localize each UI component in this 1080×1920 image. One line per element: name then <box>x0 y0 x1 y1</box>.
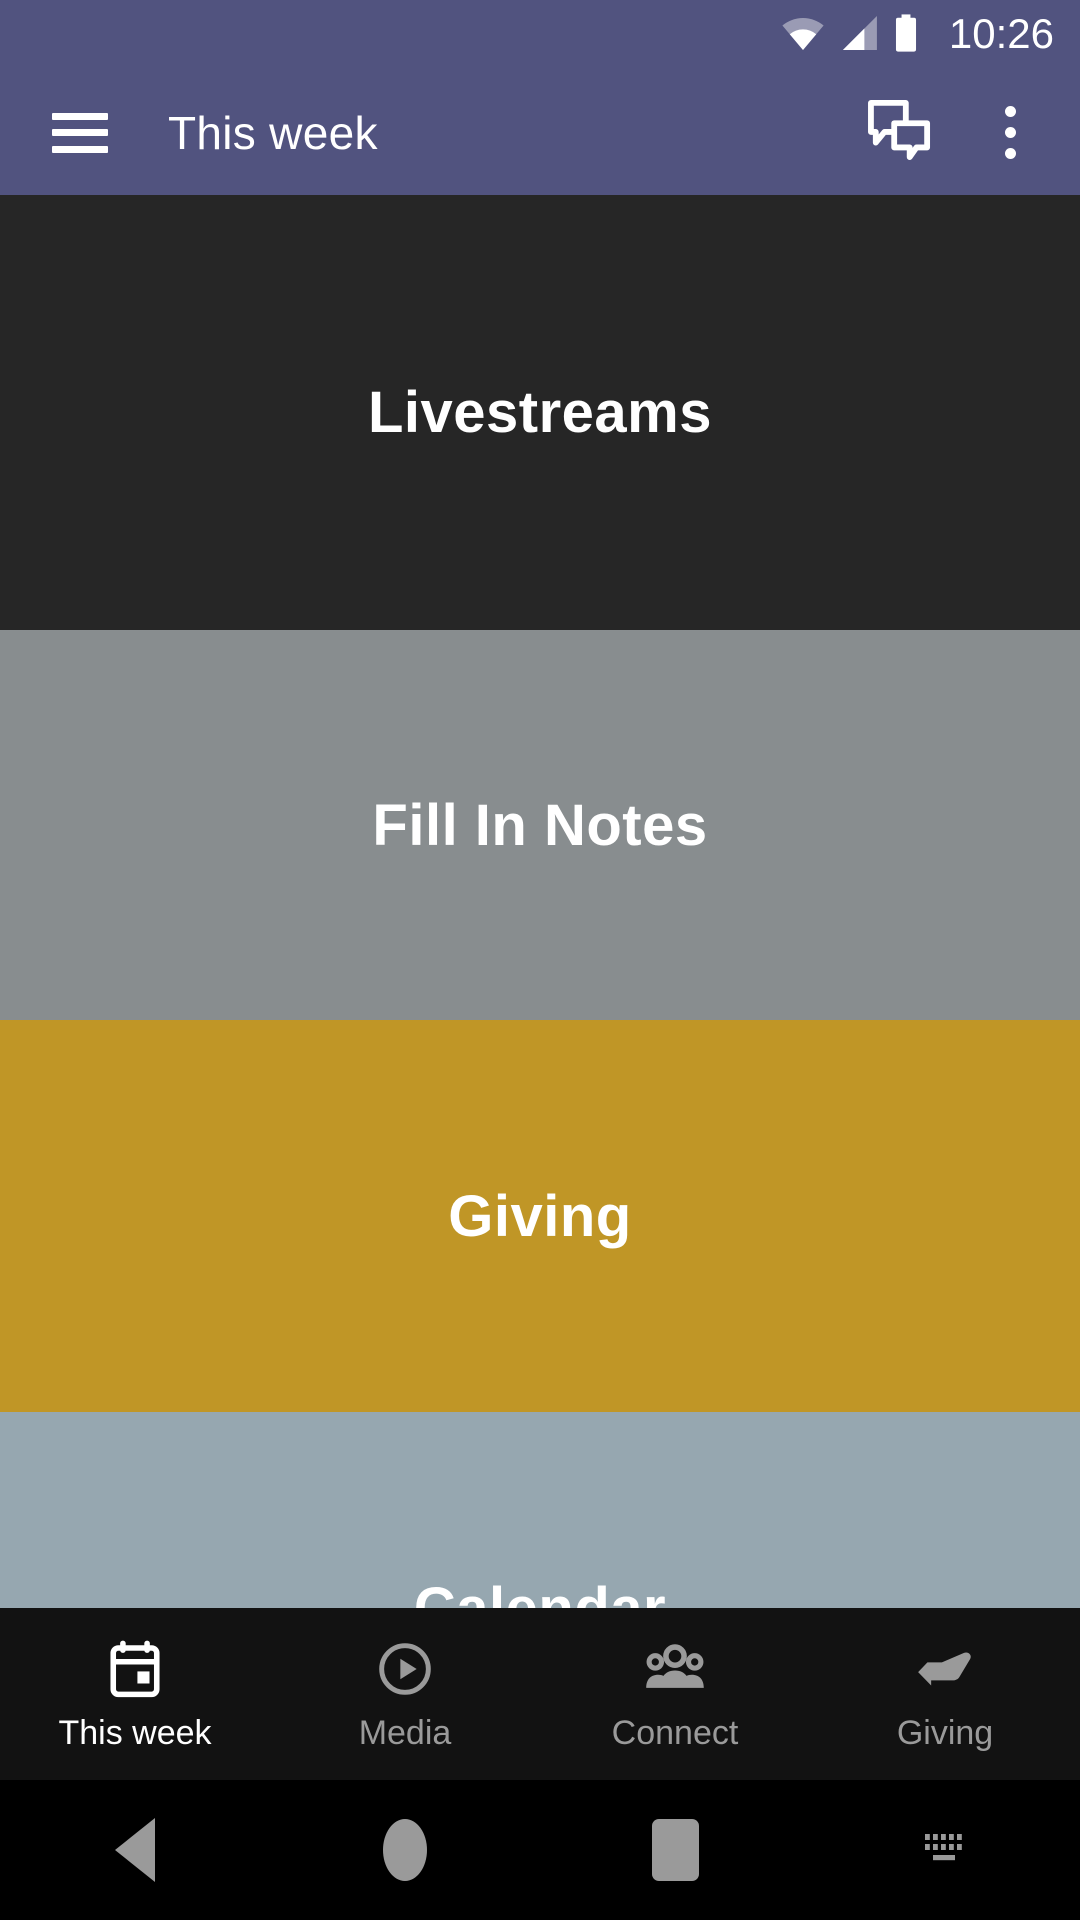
nav-item-connect[interactable]: Connect <box>540 1608 810 1780</box>
nav-label: Connect <box>611 1714 739 1752</box>
panel-label: Giving <box>448 1183 632 1249</box>
home-circle-icon <box>383 1819 427 1881</box>
nav-item-this-week[interactable]: This week <box>0 1608 270 1780</box>
kebab-dot <box>1004 106 1016 117</box>
app-bar: This week <box>0 70 1080 195</box>
wifi-icon <box>781 16 825 55</box>
system-back-button[interactable] <box>0 1780 270 1920</box>
nav-label: Giving <box>896 1714 994 1752</box>
people-group-icon <box>644 1638 706 1700</box>
android-system-nav <box>0 1780 1080 1920</box>
panel-calendar[interactable]: Calendar <box>0 1412 1080 1608</box>
nav-label: Media <box>358 1714 452 1752</box>
recents-square-icon <box>651 1819 699 1881</box>
overflow-menu-button[interactable] <box>962 85 1058 181</box>
kebab-dot <box>1004 148 1016 159</box>
app-bar-actions <box>852 85 1080 181</box>
chat-bubbles-icon <box>867 99 933 166</box>
calendar-icon <box>106 1638 164 1700</box>
nav-label: This week <box>58 1714 212 1752</box>
keyboard-icon <box>921 1828 969 1873</box>
overflow-menu-icon <box>1004 106 1016 159</box>
panel-giving[interactable]: Giving <box>0 1020 1080 1412</box>
status-clock: 10:26 <box>948 10 1054 57</box>
chat-bubbles-button[interactable] <box>852 85 948 181</box>
panel-fill-in-notes[interactable]: Fill In Notes <box>0 630 1080 1020</box>
phone-screen: 10:26 This week Livestreams Fill In Note… <box>0 0 1080 1920</box>
nav-item-media[interactable]: Media <box>270 1608 540 1780</box>
giving-hand-icon <box>914 1638 976 1700</box>
back-triangle-icon <box>115 1818 155 1882</box>
hamburger-bar <box>52 145 108 153</box>
system-recents-button[interactable] <box>540 1780 810 1920</box>
nav-item-giving[interactable]: Giving <box>810 1608 1080 1780</box>
content-list[interactable]: Livestreams Fill In Notes Giving Calenda… <box>0 195 1080 1608</box>
hamburger-menu-icon[interactable] <box>52 112 108 153</box>
kebab-dot <box>1004 127 1016 138</box>
cell-signal-icon <box>839 15 879 55</box>
system-keyboard-button[interactable] <box>810 1780 1080 1920</box>
system-home-button[interactable] <box>270 1780 540 1920</box>
page-title: This week <box>168 106 378 159</box>
status-bar: 10:26 <box>0 0 1080 70</box>
hamburger-bar <box>52 129 108 136</box>
bottom-navigation: This week Media Connect Giving <box>0 1608 1080 1780</box>
play-circle-icon <box>377 1638 433 1700</box>
panel-label: Livestreams <box>367 380 713 445</box>
panel-label: Calendar <box>413 1575 667 1609</box>
hamburger-bar <box>52 112 108 120</box>
battery-icon <box>893 13 919 57</box>
panel-livestreams[interactable]: Livestreams <box>0 195 1080 630</box>
status-icons: 10:26 <box>781 10 1054 57</box>
panel-label: Fill In Notes <box>372 792 708 858</box>
